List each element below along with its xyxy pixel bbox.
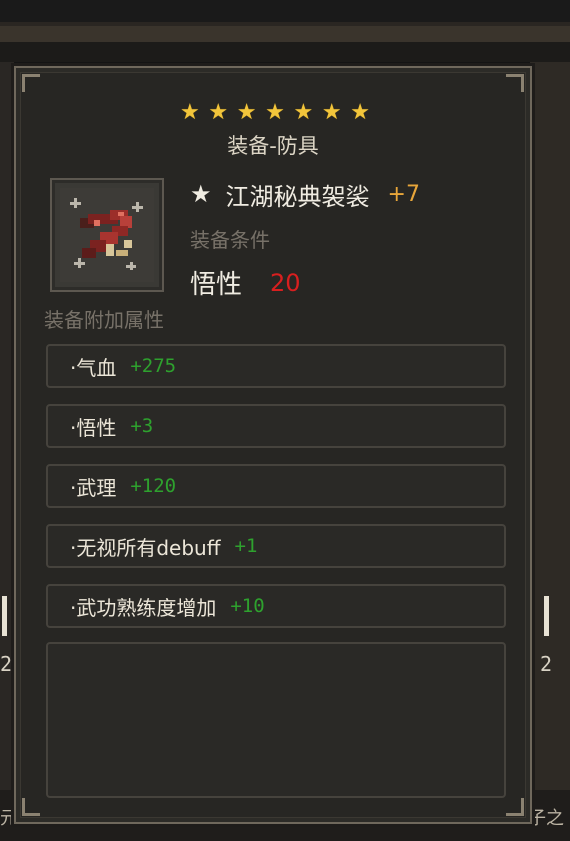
requirement-row: 悟性 20 (190, 264, 301, 301)
star-icon: ★ (293, 100, 314, 125)
background-left-panel (0, 62, 14, 841)
star-rating: ★ ★ ★ ★ ★ ★ ★ (180, 100, 370, 126)
corner-ornament (506, 74, 524, 92)
bonus-attributes-label: 装备附加属性 (44, 308, 164, 332)
attribute-name: ·无视所有debuff (70, 535, 221, 560)
item-category: 装备-防具 (227, 134, 319, 158)
item-tooltip: ★ ★ ★ ★ ★ ★ ★ 装备-防具 ★ 江湖秘典袈裟 +7 装备条件 悟性 … (14, 66, 532, 824)
attribute-row: ·无视所有debuff +1 (46, 524, 506, 568)
background-right-number: 2 (540, 652, 553, 676)
background-right-panel (530, 62, 570, 841)
star-icon: ★ (236, 100, 257, 125)
requirement-stat: 悟性 (190, 270, 243, 300)
attribute-row: ·武功熟练度增加 +10 (46, 584, 506, 628)
background-bottom-right-text: 子之 (528, 808, 564, 829)
star-icon: ★ (208, 100, 229, 125)
star-icon: ★ (265, 100, 285, 125)
corner-ornament (506, 798, 524, 816)
attribute-name: ·悟性 (70, 415, 117, 440)
item-name-row: ★ 江湖秘典袈裟 +7 (190, 176, 420, 212)
background-left-number: 2 (0, 652, 13, 676)
requirement-label: 装备条件 (190, 228, 270, 252)
background-left-scrollbar (2, 596, 7, 636)
attribute-row: ·悟性 +3 (46, 404, 506, 448)
attribute-value: +1 (234, 535, 258, 557)
attribute-name: ·武功熟练度增加 (70, 595, 217, 620)
attribute-value: +10 (230, 595, 265, 617)
attribute-row: ·武理 +120 (46, 464, 506, 508)
attribute-value: +275 (130, 355, 177, 377)
star-icon: ★ (180, 100, 200, 125)
corner-ornament (22, 798, 40, 816)
background-right-scrollbar (544, 596, 549, 636)
item-name: 江湖秘典袈裟 (225, 182, 370, 211)
red-scarf-armor-icon (60, 188, 154, 282)
enhance-level: +7 (387, 181, 420, 207)
attribute-name: ·武理 (70, 475, 117, 500)
empty-attribute-area (46, 642, 506, 798)
item-icon-slot (50, 178, 164, 292)
star-icon: ★ (350, 100, 370, 125)
background-top-bar (0, 0, 570, 62)
requirement-value: 20 (270, 268, 301, 297)
attribute-value: +3 (130, 415, 154, 437)
corner-ornament (22, 74, 40, 92)
attribute-name: ·气血 (70, 355, 117, 380)
star-icon: ★ (321, 100, 342, 125)
attribute-value: +120 (130, 475, 177, 497)
quality-star-icon: ★ (190, 180, 212, 208)
attribute-row: ·气血 +275 (46, 344, 506, 388)
